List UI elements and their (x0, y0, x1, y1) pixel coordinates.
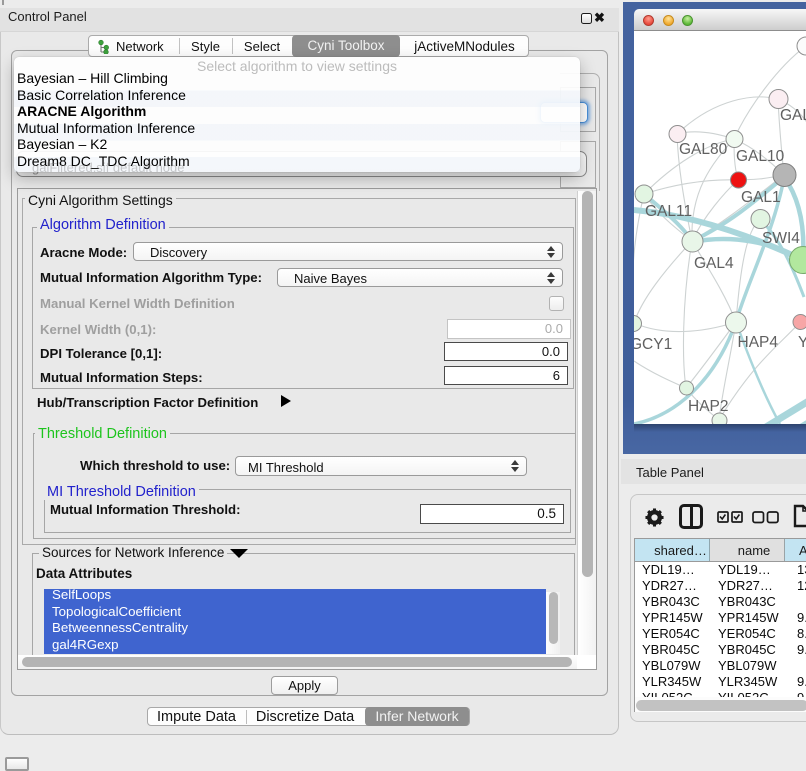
svg-text:GAL4: GAL4 (694, 255, 734, 272)
svg-text:GAL1: GAL1 (741, 189, 781, 206)
svg-text:Y: Y (798, 334, 806, 351)
svg-text:GAL10: GAL10 (736, 148, 785, 165)
svg-text:GAL2: GAL2 (780, 107, 806, 124)
svg-text:GCY1: GCY1 (634, 336, 672, 353)
svg-text:GAL11: GAL11 (645, 203, 692, 220)
svg-text:HAP2: HAP2 (688, 398, 729, 415)
svg-text:GAL80: GAL80 (679, 141, 728, 158)
svg-text:HAP4: HAP4 (738, 334, 779, 351)
svg-text:SWI4: SWI4 (762, 230, 800, 247)
